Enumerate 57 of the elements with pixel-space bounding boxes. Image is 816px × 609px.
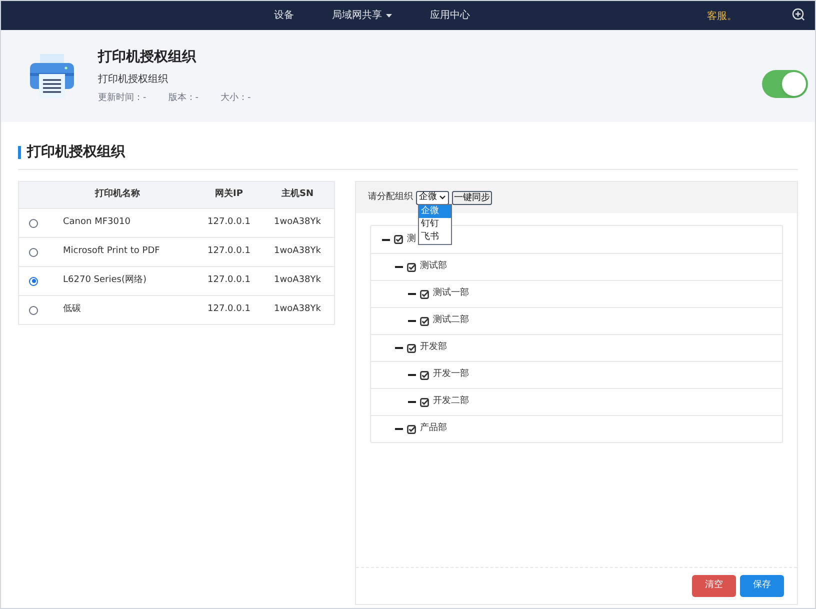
sync-button[interactable]: 一键同步 (452, 190, 492, 204)
app-title: 打印机授权组织 (98, 48, 198, 67)
radio-button[interactable] (29, 306, 38, 314)
column-header: 主机SN (280, 188, 314, 202)
checkbox[interactable] (420, 290, 429, 298)
table-cell-text: 1woA38Yk (273, 216, 322, 230)
checkbox[interactable] (394, 235, 403, 244)
support-text: 客服。 (707, 10, 737, 24)
tree-label: 测 (407, 232, 416, 246)
radio-button[interactable] (29, 276, 38, 286)
checkbox[interactable] (420, 316, 429, 326)
tree-label: 产品部 (420, 422, 447, 436)
nav-link[interactable]: 应用中心 (430, 8, 470, 23)
table-cell-text: 低碳 (63, 303, 82, 316)
section-title: 打印机授权组织 (27, 143, 125, 162)
org-label: 请分配组织 (368, 190, 413, 204)
table-cell-text: 1woA38Yk (273, 303, 322, 316)
chevron-icon (439, 195, 446, 200)
dropdown-option[interactable]: 钉钉 (419, 218, 451, 231)
meta-text: 版本：- (168, 92, 198, 105)
nav-link[interactable]: 设备 (274, 8, 294, 23)
clear-button[interactable]: 清空 (692, 575, 736, 597)
checkbox[interactable] (420, 370, 429, 380)
tree-label: 开发一部 (433, 368, 469, 382)
column-header: 打印机名称 (94, 188, 141, 202)
tree-label: 开发二部 (433, 395, 469, 408)
tree-label: 测试二部 (433, 314, 469, 328)
radio-button[interactable] (29, 248, 38, 256)
meta-text: 更新时间：- (98, 92, 146, 105)
zoom-in-icon[interactable] (792, 8, 805, 21)
toggle-switch[interactable] (762, 70, 808, 98)
dropdown-option[interactable]: 企微 (419, 205, 451, 218)
column-header: 网关IP (214, 188, 244, 202)
checkbox[interactable] (407, 262, 416, 272)
table-cell-text: 1woA38Yk (273, 245, 322, 258)
table-cell-text: 127.0.0.1 (206, 303, 252, 316)
tree-label: 测试一部 (433, 287, 469, 300)
table-cell-text: 1woA38Yk (273, 274, 322, 288)
table-cell-text: Canon MF3010 (63, 216, 132, 230)
checkbox[interactable] (420, 398, 429, 406)
app-subtitle: 打印机授权组织 (98, 72, 169, 87)
checkbox[interactable] (407, 424, 416, 434)
table-cell-text: L6270 Series(网络) (63, 274, 148, 288)
table-cell-text: 127.0.0.1 (206, 245, 252, 258)
tree-label: 测试部 (420, 260, 447, 274)
org-select[interactable]: 企微 (416, 190, 449, 204)
meta-text: 大小：- (220, 92, 251, 105)
nav-link[interactable]: 局域网共享 (332, 8, 392, 23)
table-cell-text: Microsoft Print to PDF (63, 245, 161, 258)
checkbox[interactable] (407, 344, 416, 352)
radio-button[interactable] (29, 218, 38, 228)
tree-label: 开发部 (420, 341, 447, 354)
save-button[interactable]: 保存 (740, 575, 784, 597)
table-cell-text: 127.0.0.1 (206, 216, 252, 230)
table-cell-text: 127.0.0.1 (206, 274, 252, 288)
dropdown-option[interactable]: 飞书 (419, 231, 451, 244)
printer-icon (28, 52, 76, 100)
